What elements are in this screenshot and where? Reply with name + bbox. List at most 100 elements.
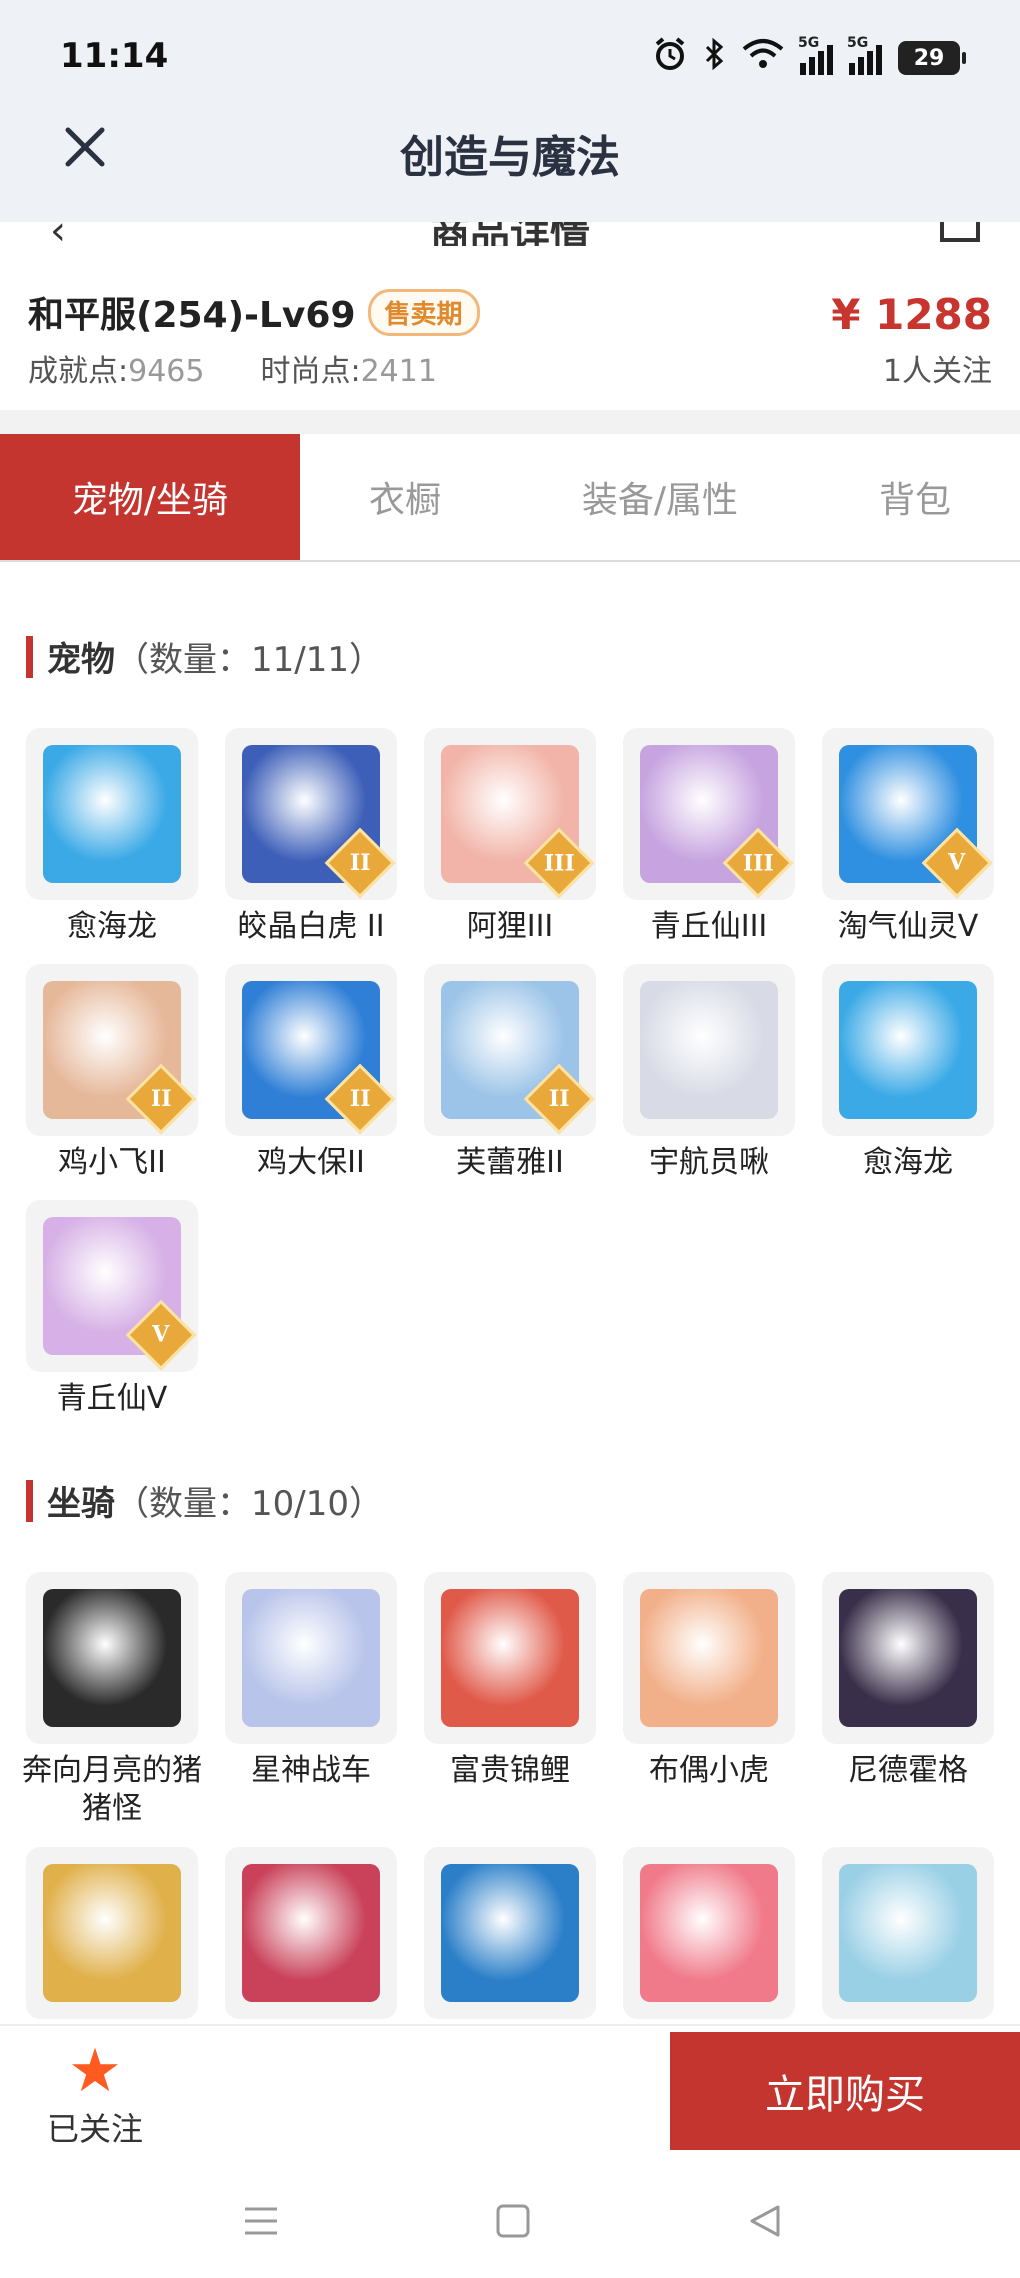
pet-item[interactable]: III 青丘仙III [623,728,795,964]
pets-count: （数量：11/11） [115,640,383,680]
mount-artwork [242,1589,380,1727]
tab-pets-mounts[interactable]: 宠物/坐骑 [0,434,300,560]
mount-artwork [441,1589,579,1727]
wifi-icon [742,38,784,78]
mount-name: 布偶小虎 [649,1753,769,1788]
pet-name: 青丘仙III [650,909,768,944]
section-accent-bar [26,635,33,678]
pet-name: 鸡大保II [257,1145,365,1180]
tab-wardrobe[interactable]: 衣橱 [300,434,510,560]
app-title: 创造与魔法 [400,132,620,183]
sale-status-badge: 售卖期 [367,288,480,336]
signal-icon-1: 5G [798,35,833,75]
bluetooth-icon [704,37,726,79]
tab-backpack[interactable]: 背包 [810,434,1020,560]
battery-indicator: 29 [898,41,966,75]
mount-name: 星神战车 [251,1753,371,1788]
status-bar: 11:14 5G 5G 29 [0,0,1020,115]
pet-thumbnail [26,728,198,900]
mount-thumbnail [26,1572,198,1744]
mount-artwork [441,1864,579,2002]
follower-count: 1人关注 [882,354,992,389]
mount-item[interactable]: 尼德霍格 [822,1572,994,1847]
mounts-title: 坐骑 [47,1484,115,1524]
share-icon[interactable] [940,222,980,242]
mount-thumbnail [424,1572,596,1744]
mount-item[interactable]: 布偶小虎 [623,1572,795,1847]
mount-thumbnail [225,1572,397,1744]
section-accent-bar [26,1479,33,1522]
pet-name: 愈海龙 [863,1145,953,1180]
pet-name: 淘气仙灵V [837,909,979,944]
product-summary: 和平服(254)-Lv69 售卖期 成就点:9465 时尚点:2411 ¥ 12… [0,246,1020,410]
price: ¥ 1288 [831,290,992,339]
mount-thumbnail [822,1847,994,2019]
pet-artwork [839,981,977,1119]
pet-thumbnail: V [822,728,994,900]
fashion-points: 时尚点:2411 [260,354,437,389]
back-nav-icon[interactable] [740,2196,790,2246]
menu-icon[interactable] [236,2196,286,2246]
pet-thumbnail: II [225,964,397,1136]
pet-thumbnail: II [26,964,198,1136]
pet-thumbnail [623,964,795,1136]
pet-item[interactable]: II 皎晶白虎 II [225,728,397,964]
pet-item[interactable]: 愈海龙 [822,964,994,1200]
pet-item[interactable]: II 鸡大保II [225,964,397,1200]
detail-title: 商品详情 [430,222,590,246]
mount-name: 尼德霍格 [848,1753,968,1788]
mount-artwork [242,1864,380,2002]
mount-artwork [839,1864,977,2002]
pet-name: 宇航员啾 [649,1145,769,1180]
mount-artwork [640,1589,778,1727]
follow-button[interactable]: ★ 已关注 [40,2040,150,2150]
mount-thumbnail [623,1847,795,2019]
system-nav-bar [0,2154,1020,2278]
pet-name: 青丘仙V [56,1381,168,1416]
pet-name: 阿狸III [466,909,554,944]
bottom-action-bar: ★ 已关注 立即购买 [0,2024,1020,2154]
account-stats: 成就点:9465 时尚点:2411 [28,346,437,390]
top-area: 11:14 5G 5G 29 创造与魔法 [0,0,1020,222]
pet-item[interactable]: II 鸡小飞II [26,964,198,1200]
pet-item[interactable]: III 阿狸III [424,728,596,964]
mount-thumbnail [623,1572,795,1744]
pet-item[interactable]: V 淘气仙灵V [822,728,994,964]
mount-thumbnail [424,1847,596,2019]
mount-name: 奔向月亮的猪猪怪 [22,1753,202,1826]
pet-thumbnail: III [623,728,795,900]
mount-item[interactable]: 星神战车 [225,1572,397,1847]
pet-item[interactable]: 愈海龙 [26,728,198,964]
pet-thumbnail: III [424,728,596,900]
mount-artwork [43,1864,181,2002]
app-header: 创造与魔法 [0,115,1020,222]
mount-artwork [839,1589,977,1727]
mount-artwork [640,1864,778,2002]
pet-name: 芙蕾雅II [456,1145,564,1180]
signal-icon-2: 5G [847,35,882,75]
server-line: 和平服(254)-Lv69 售卖期 [28,286,480,338]
pet-item[interactable]: II 芙蕾雅II [424,964,596,1200]
mounts-section-title: 坐骑 （数量：10/10） [26,1476,383,1525]
pet-thumbnail: II [424,964,596,1136]
mount-thumbnail [225,1847,397,2019]
pet-item[interactable]: 宇航员啾 [623,964,795,1200]
pet-artwork [640,981,778,1119]
mount-artwork [43,1589,181,1727]
mount-name: 富贵锦鲤 [450,1753,570,1788]
mount-item[interactable]: 富贵锦鲤 [424,1572,596,1847]
server-name: 和平服(254)-Lv69 [28,295,356,336]
mount-item[interactable]: 奔向月亮的猪猪怪 [22,1572,202,1847]
pets-section-title: 宠物 （数量：11/11） [26,632,383,681]
star-icon: ★ [68,2036,122,2106]
follow-label: 已关注 [46,2110,143,2148]
home-icon[interactable] [488,2196,538,2246]
buy-now-button[interactable]: 立即购买 [670,2032,1020,2150]
mount-thumbnail [822,1572,994,1744]
status-time: 11:14 [60,36,169,76]
pet-item[interactable]: V 青丘仙V [26,1200,198,1436]
pet-name: 皎晶白虎 II [237,909,385,944]
tab-equipment-attributes[interactable]: 装备/属性 [510,434,810,560]
pet-thumbnail [822,964,994,1136]
achievement-points: 成就点:9465 [28,354,205,389]
